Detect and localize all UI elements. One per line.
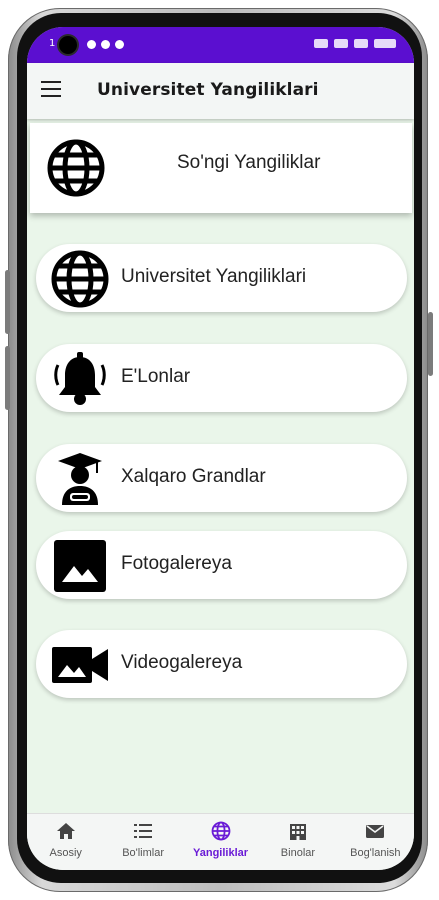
- menu-item-label: Videogalereya: [121, 652, 243, 673]
- menu-item-label: Xalqaro Grandlar: [121, 466, 266, 487]
- nav-label: Bog'lanish: [350, 847, 401, 859]
- bell-icon: [54, 352, 106, 405]
- home-icon: [56, 823, 75, 839]
- nav-item-contact[interactable]: Bog'lanish: [337, 814, 414, 870]
- nav-item-home[interactable]: Asosiy: [27, 814, 104, 870]
- front-camera: [59, 36, 77, 54]
- list-icon: [134, 824, 153, 838]
- notification-icon: [115, 40, 124, 49]
- app-screen: 1 Universitet Yangiliklari So'ngi Yangil…: [27, 27, 414, 870]
- globe-icon: [51, 250, 109, 308]
- status-time: 1: [49, 38, 56, 49]
- nav-item-sections[interactable]: Bo'limlar: [104, 814, 181, 870]
- bottom-navigation: Asosiy Bo'limlar Yangiliklar Binolar Bog…: [27, 813, 414, 870]
- volume-up-button: [5, 270, 10, 334]
- menu-item-label: Fotogalereya: [121, 553, 232, 574]
- menu-item-label: Universitet Yangiliklari: [121, 266, 307, 287]
- wifi-icon: [314, 39, 328, 48]
- globe-icon: [47, 139, 105, 197]
- status-notification-icons: [87, 40, 124, 49]
- menu-item-university-news[interactable]: Universitet Yangiliklari: [36, 244, 407, 312]
- power-button: [428, 312, 433, 376]
- notification-icon: [87, 40, 96, 49]
- menu-item-international-grants[interactable]: Xalqaro Grandlar: [36, 444, 407, 512]
- nav-label: Yangiliklar: [193, 847, 249, 859]
- signal-icon: [334, 39, 348, 48]
- status-bar: 1: [27, 27, 414, 63]
- menu-item-video-gallery[interactable]: Videogalereya: [36, 630, 407, 698]
- status-system-icons: [314, 39, 396, 48]
- latest-news-card[interactable]: So'ngi Yangiliklar: [30, 123, 412, 213]
- mail-icon: [366, 825, 385, 838]
- menu-item-announcements[interactable]: E'Lonlar: [36, 344, 407, 412]
- building-icon: [289, 824, 306, 840]
- latest-news-label: So'ngi Yangiliklar: [177, 152, 321, 173]
- nav-item-buildings[interactable]: Binolar: [259, 814, 336, 870]
- globe-icon: [211, 821, 230, 841]
- volume-down-button: [5, 346, 10, 410]
- graduate-icon: [58, 453, 102, 505]
- notification-icon: [101, 40, 110, 49]
- nav-item-news[interactable]: Yangiliklar: [182, 814, 259, 870]
- hamburger-menu-icon[interactable]: [41, 81, 61, 97]
- nav-label: Bo'limlar: [122, 847, 165, 859]
- page-title: Universitet Yangiliklari: [97, 80, 319, 100]
- nav-label: Asosiy: [49, 847, 82, 859]
- image-icon: [54, 540, 106, 592]
- menu-item-label: E'Lonlar: [121, 366, 191, 387]
- signal-icon: [354, 39, 368, 48]
- menu-item-photo-gallery[interactable]: Fotogalereya: [36, 531, 407, 599]
- nav-label: Binolar: [280, 847, 316, 859]
- battery-icon: [374, 39, 396, 48]
- app-bar: Universitet Yangiliklari: [27, 63, 414, 119]
- video-camera-icon: [52, 647, 108, 683]
